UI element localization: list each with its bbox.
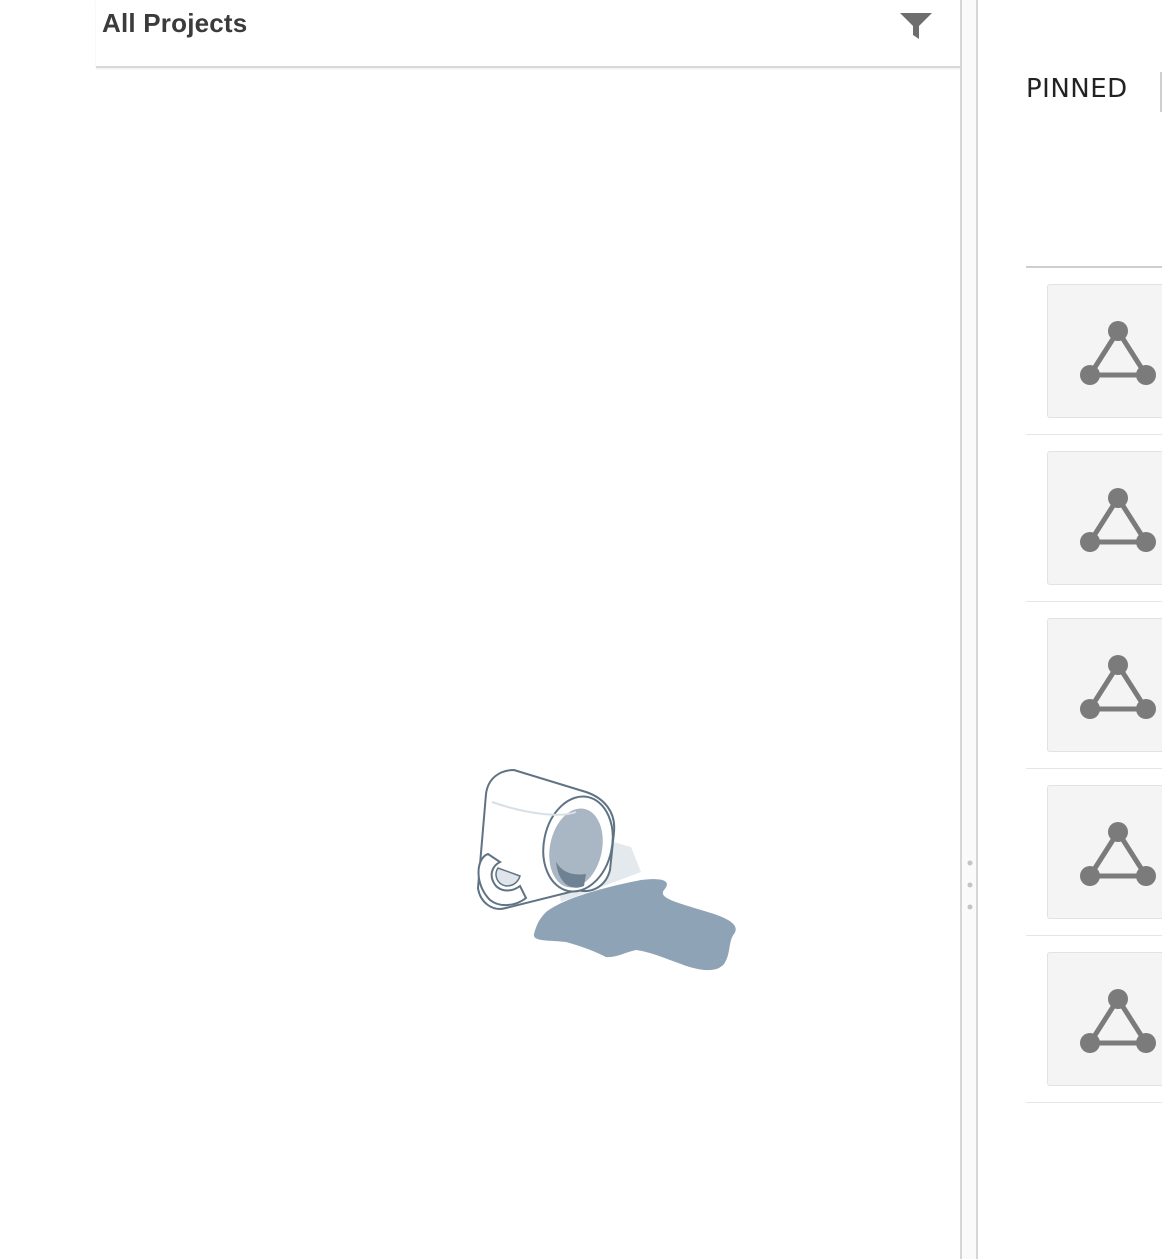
spilled-mug-illustration [476,768,736,971]
app-page: All Projects PINNED [0,0,1162,1259]
network-triangle-icon [1080,321,1156,385]
network-triangle-icon [1080,488,1156,552]
filter-icon [900,13,932,39]
drag-handle-icon [967,860,973,910]
project-thumbnail[interactable] [1047,785,1162,919]
tab-pinned[interactable]: PINNED [1026,74,1128,104]
projects-panel: All Projects [96,0,960,1259]
projects-title: All Projects [102,8,248,38]
project-thumbnail[interactable] [1047,618,1162,752]
pinned-item[interactable] [1026,936,1162,1103]
pinned-item[interactable] [1026,435,1162,602]
network-triangle-icon [1080,655,1156,719]
panel-splitter[interactable] [960,0,978,1259]
filter-button[interactable] [896,8,936,44]
pinned-list [1026,268,1162,1103]
project-thumbnail[interactable] [1047,952,1162,1086]
project-thumbnail[interactable] [1047,451,1162,585]
pinned-item[interactable] [1026,602,1162,769]
network-triangle-icon [1080,989,1156,1053]
network-triangle-icon [1080,822,1156,886]
project-thumbnail[interactable] [1047,284,1162,418]
pinned-item[interactable] [1026,769,1162,936]
pinned-item[interactable] [1026,268,1162,435]
projects-header: All Projects [96,0,960,68]
pinned-panel: PINNED [978,0,1162,1259]
